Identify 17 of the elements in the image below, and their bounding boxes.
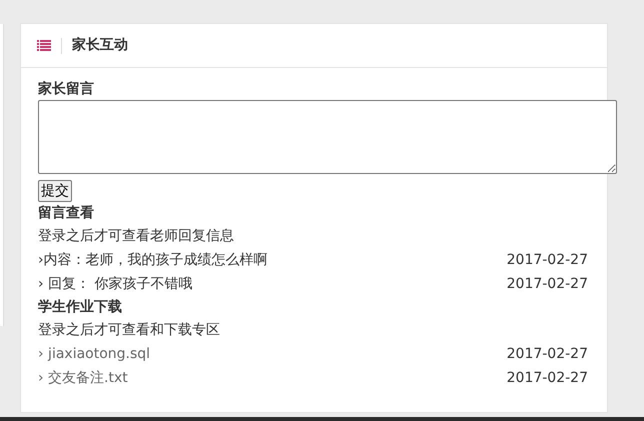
file-link[interactable]: › 交友备注.txt: [38, 366, 128, 390]
notice-text: 登录之后才可查看和下载专区: [38, 321, 221, 340]
notice-text: 登录之后才可查看老师回复信息: [38, 227, 235, 246]
form-label: 家长留言: [38, 80, 95, 99]
section-heading: 留言查看: [38, 204, 95, 223]
date-text: 2017-02-27: [506, 369, 588, 388]
file-link[interactable]: › jiaxiaotong.sql: [38, 342, 150, 366]
section-heading: 学生作业下载: [38, 298, 123, 317]
date-text: 2017-02-27: [506, 251, 588, 270]
date-text: 2017-02-27: [506, 345, 588, 364]
date-text: 2017-02-27: [506, 275, 588, 294]
panel-title: 家长互动: [72, 36, 128, 55]
message-text: › 回复： 你家孩子不错哦: [38, 275, 192, 294]
message-field[interactable]: [38, 100, 617, 174]
submit-button[interactable]: 提交: [38, 180, 72, 202]
message-text: ›内容：老师，我的孩子成绩怎么样啊: [38, 251, 268, 270]
list-icon: [37, 40, 51, 51]
